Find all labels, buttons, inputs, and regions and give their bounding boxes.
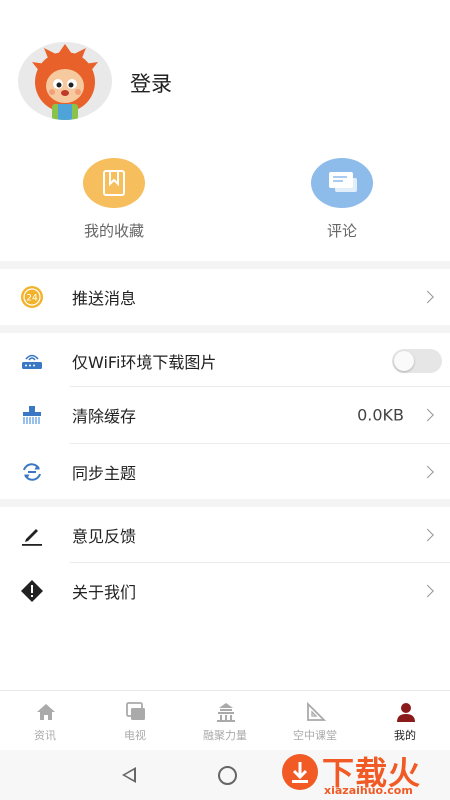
- chevron-right-icon: [421, 528, 434, 542]
- tab-news[interactable]: 资讯: [0, 691, 90, 751]
- comments-label: 评论: [326, 222, 357, 240]
- section-separator: [0, 499, 450, 507]
- watermark-logo-icon: [282, 754, 318, 790]
- tab-mine[interactable]: 我的: [360, 691, 450, 751]
- svg-text:24: 24: [26, 294, 38, 304]
- tab-label: 资讯: [34, 729, 56, 742]
- feedback-label: 意见反馈: [72, 527, 137, 546]
- feedback-row[interactable]: 意见反馈: [0, 507, 450, 563]
- tab-tv[interactable]: 电视: [90, 691, 180, 751]
- avatar[interactable]: [18, 42, 112, 120]
- chevron-right-icon: [421, 465, 434, 479]
- back-icon[interactable]: [122, 767, 136, 783]
- toggle-knob: [394, 351, 414, 371]
- chevron-right-icon: [421, 290, 434, 304]
- lion-mascot-icon: [32, 44, 98, 120]
- profile-header: 登录: [0, 0, 450, 150]
- sync-theme-label: 同步主题: [72, 464, 137, 483]
- warning-diamond-icon: [20, 579, 44, 603]
- watermark-url: xiazaihuo.com: [324, 784, 413, 797]
- bottom-tab-bar: 资讯 电视 融聚力量 空中课堂 我的: [0, 690, 450, 750]
- tab-label: 我的: [394, 729, 416, 742]
- temple-icon: [215, 701, 237, 723]
- comments-button[interactable]: 评论: [282, 158, 402, 241]
- wifi-only-toggle[interactable]: [392, 349, 442, 373]
- pencil-icon: [20, 523, 44, 547]
- sync-icon: [20, 460, 44, 484]
- about-us-row[interactable]: 关于我们: [0, 563, 450, 619]
- chevron-right-icon: [421, 584, 434, 598]
- tab-label: 融聚力量: [203, 729, 247, 742]
- home-circle-icon[interactable]: [218, 766, 237, 785]
- wifi-only-label: 仅WiFi环境下载图片: [72, 353, 217, 372]
- tv-icon: [125, 701, 147, 723]
- favorites-button[interactable]: 我的收藏: [54, 158, 174, 241]
- tab-label: 空中课堂: [293, 729, 337, 742]
- tab-classroom[interactable]: 空中课堂: [270, 691, 360, 751]
- chat-bubble-icon: [311, 158, 373, 208]
- clear-cache-row[interactable]: 清除缓存 0.0KB: [0, 387, 450, 443]
- push-messages-row[interactable]: 24 推送消息: [0, 269, 450, 325]
- tab-power[interactable]: 融聚力量: [180, 691, 270, 751]
- home-icon: [35, 701, 57, 723]
- favorites-label: 我的收藏: [83, 222, 144, 240]
- chevron-right-icon: [421, 408, 434, 422]
- section-separator: [0, 325, 450, 333]
- cache-size-value: 0.0KB: [357, 405, 404, 425]
- tab-label: 电视: [124, 729, 146, 742]
- push-messages-label: 推送消息: [72, 289, 137, 308]
- broom-icon: [20, 403, 44, 427]
- about-us-label: 关于我们: [72, 583, 137, 602]
- sync-theme-row[interactable]: 同步主题: [0, 444, 450, 500]
- wifi-only-row: 仅WiFi环境下载图片: [0, 333, 450, 389]
- clear-cache-label: 清除缓存: [72, 407, 137, 426]
- bookmark-icon: [83, 158, 145, 208]
- login-link[interactable]: 登录: [130, 68, 172, 98]
- push-24-icon: 24: [20, 285, 44, 309]
- ruler-icon: [305, 701, 327, 723]
- section-separator: [0, 261, 450, 269]
- router-icon: [20, 349, 44, 373]
- user-icon: [395, 701, 417, 723]
